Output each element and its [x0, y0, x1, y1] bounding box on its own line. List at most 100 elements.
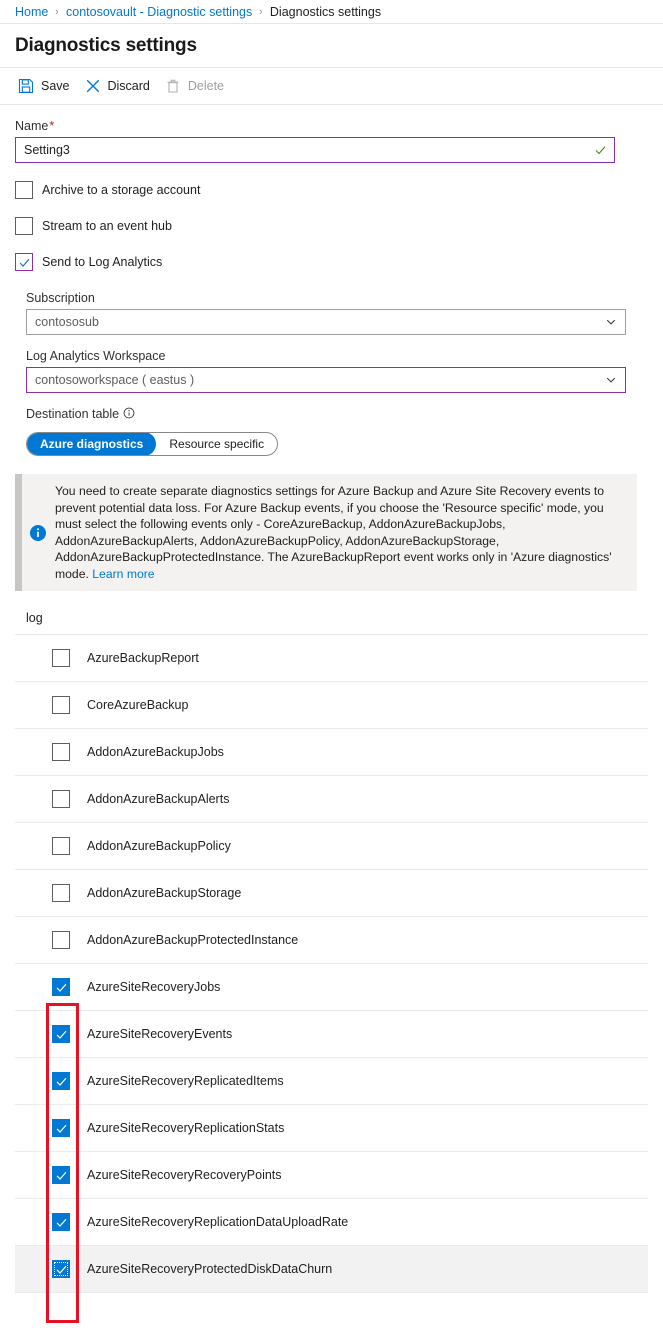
log-row-checkbox[interactable]	[52, 1260, 70, 1278]
log-row[interactable]: AzureSiteRecoveryEvents	[15, 1011, 648, 1058]
log-row-checkbox[interactable]	[52, 978, 70, 996]
command-bar: Save Discard Delete	[0, 68, 663, 105]
log-row-checkbox[interactable]	[52, 743, 70, 761]
log-row-checkbox[interactable]	[52, 1213, 70, 1231]
stream-to-eventhub-label: Stream to an event hub	[42, 219, 172, 233]
learn-more-link[interactable]: Learn more	[92, 567, 154, 581]
log-row-checkbox[interactable]	[52, 837, 70, 855]
name-label-text: Name	[15, 119, 49, 133]
breadcrumb-separator-icon: ›	[55, 5, 59, 18]
discard-label: Discard	[107, 79, 150, 93]
subscription-select[interactable]: contososub	[26, 309, 626, 335]
archive-to-storage-checkbox-row[interactable]: Archive to a storage account	[15, 181, 200, 199]
log-row[interactable]: AzureSiteRecoveryJobs	[15, 964, 648, 1011]
delete-label: Delete	[187, 79, 225, 93]
destination-table-label-text: Destination table	[26, 407, 120, 421]
log-row[interactable]: AzureSiteRecoveryReplicationDataUploadRa…	[15, 1199, 648, 1246]
log-row-checkbox[interactable]	[52, 931, 70, 949]
log-row-checkbox[interactable]	[52, 696, 70, 714]
archive-to-storage-checkbox[interactable]	[15, 181, 33, 199]
log-row[interactable]: AddonAzureBackupAlerts	[15, 776, 648, 823]
info-circle-icon[interactable]	[123, 407, 135, 422]
checkmark-icon	[56, 1030, 66, 1039]
send-to-log-analytics-checkbox[interactable]	[15, 253, 33, 271]
log-row-label: CoreAzureBackup	[87, 698, 189, 712]
destination-table-label: Destination table	[26, 407, 648, 422]
info-banner: You need to create separate diagnostics …	[15, 474, 637, 591]
checkmark-icon	[56, 983, 66, 992]
breadcrumb-item-contosovault[interactable]: contosovault - Diagnostic settings	[66, 5, 252, 19]
log-row-checkbox[interactable]	[52, 790, 70, 808]
log-row[interactable]: CoreAzureBackup	[15, 682, 648, 729]
log-row[interactable]: AddonAzureBackupStorage	[15, 870, 648, 917]
save-button[interactable]: Save	[16, 74, 80, 98]
log-row[interactable]: AzureSiteRecoveryReplicationStats	[15, 1105, 648, 1152]
checkmark-icon	[56, 1171, 66, 1180]
log-row-label: AzureSiteRecoveryReplicationStats	[87, 1121, 285, 1135]
subscription-field: Subscription contososub	[26, 291, 648, 335]
stream-to-eventhub-checkbox[interactable]	[15, 217, 33, 235]
close-x-icon	[85, 78, 101, 94]
log-row-checkbox[interactable]	[52, 649, 70, 667]
log-row-checkbox[interactable]	[52, 1119, 70, 1137]
destination-table-toggle[interactable]: Azure diagnostics Resource specific	[26, 432, 279, 456]
info-banner-text: You need to create separate diagnostics …	[55, 483, 625, 582]
log-row[interactable]: AzureSiteRecoveryProtectedDiskDataChurn	[15, 1246, 648, 1293]
log-row[interactable]: AddonAzureBackupProtectedInstance	[15, 917, 648, 964]
archive-to-storage-label: Archive to a storage account	[42, 183, 201, 197]
log-row-label: AzureSiteRecoveryReplicationDataUploadRa…	[87, 1215, 349, 1229]
workspace-selected-value: contosoworkspace ( eastus )	[35, 373, 195, 387]
subscription-select-wrap: contososub	[26, 309, 626, 335]
name-input[interactable]	[15, 137, 615, 163]
workspace-label: Log Analytics Workspace	[26, 349, 166, 363]
destination-table-field: Destination table Azure diagnostics Reso…	[26, 407, 648, 456]
subscription-selected-value: contososub	[35, 315, 99, 329]
log-row[interactable]: AzureBackupReport	[15, 635, 648, 682]
log-column-header: log	[15, 611, 648, 635]
page-title-bar: Diagnostics settings	[0, 24, 663, 68]
log-row-checkbox[interactable]	[52, 1166, 70, 1184]
info-circle-icon	[30, 524, 46, 541]
log-row-label: AddonAzureBackupPolicy	[87, 839, 231, 853]
breadcrumb: Home › contosovault - Diagnostic setting…	[0, 0, 663, 24]
log-row[interactable]: AzureSiteRecoveryReplicatedItems	[15, 1058, 648, 1105]
log-row-label: AzureSiteRecoveryEvents	[87, 1027, 233, 1041]
log-row-label: AzureSiteRecoveryRecoveryPoints	[87, 1168, 282, 1182]
log-row-checkbox[interactable]	[52, 1072, 70, 1090]
save-icon	[18, 78, 34, 94]
delete-button: Delete	[163, 74, 234, 98]
stream-to-eventhub-checkbox-row[interactable]: Stream to an event hub	[15, 217, 172, 235]
log-row-label: AddonAzureBackupAlerts	[87, 792, 230, 806]
checkmark-icon	[56, 1077, 66, 1086]
log-analytics-settings: Subscription contososub Log Analytics Wo…	[15, 291, 648, 456]
breadcrumb-item-current: Diagnostics settings	[269, 4, 382, 19]
log-row-checkbox[interactable]	[52, 1025, 70, 1043]
name-input-wrap	[15, 137, 615, 163]
log-categories-section: log AzureBackupReport CoreAzureBackup Addo…	[0, 611, 663, 1293]
checkmark-icon	[56, 1124, 66, 1133]
log-row-checkbox[interactable]	[52, 884, 70, 902]
destination-table-option-resource-specific[interactable]: Resource specific	[156, 433, 277, 455]
name-field-label: Name*	[15, 119, 648, 133]
required-marker: *	[49, 119, 55, 133]
log-row-label: AzureSiteRecoveryJobs	[87, 980, 221, 994]
log-row-label: AddonAzureBackupJobs	[87, 745, 224, 759]
discard-button[interactable]: Discard	[83, 74, 160, 98]
log-row-label: AddonAzureBackupStorage	[87, 886, 242, 900]
log-rows-container: AzureBackupReport CoreAzureBackup AddonAzu…	[15, 635, 648, 1293]
breadcrumb-separator-icon: ›	[259, 5, 263, 18]
diagnostics-form: Name* Archive to a storage account Strea…	[0, 105, 663, 456]
breadcrumb-item-home[interactable]: Home	[15, 5, 48, 19]
log-row[interactable]: AddonAzureBackupJobs	[15, 729, 648, 776]
log-row[interactable]: AddonAzureBackupPolicy	[15, 823, 648, 870]
checkmark-icon	[56, 1218, 66, 1227]
workspace-select[interactable]: contosoworkspace ( eastus )	[26, 367, 626, 393]
log-row-label: AzureSiteRecoveryReplicatedItems	[87, 1074, 284, 1088]
log-row[interactable]: AzureSiteRecoveryRecoveryPoints	[15, 1152, 648, 1199]
checkmark-icon	[56, 1265, 66, 1274]
save-label: Save	[41, 79, 70, 93]
destination-table-option-azure-diagnostics[interactable]: Azure diagnostics	[27, 433, 157, 455]
trash-icon	[165, 78, 181, 94]
checkmark-icon	[19, 258, 29, 267]
send-to-log-analytics-checkbox-row[interactable]: Send to Log Analytics	[15, 253, 162, 271]
